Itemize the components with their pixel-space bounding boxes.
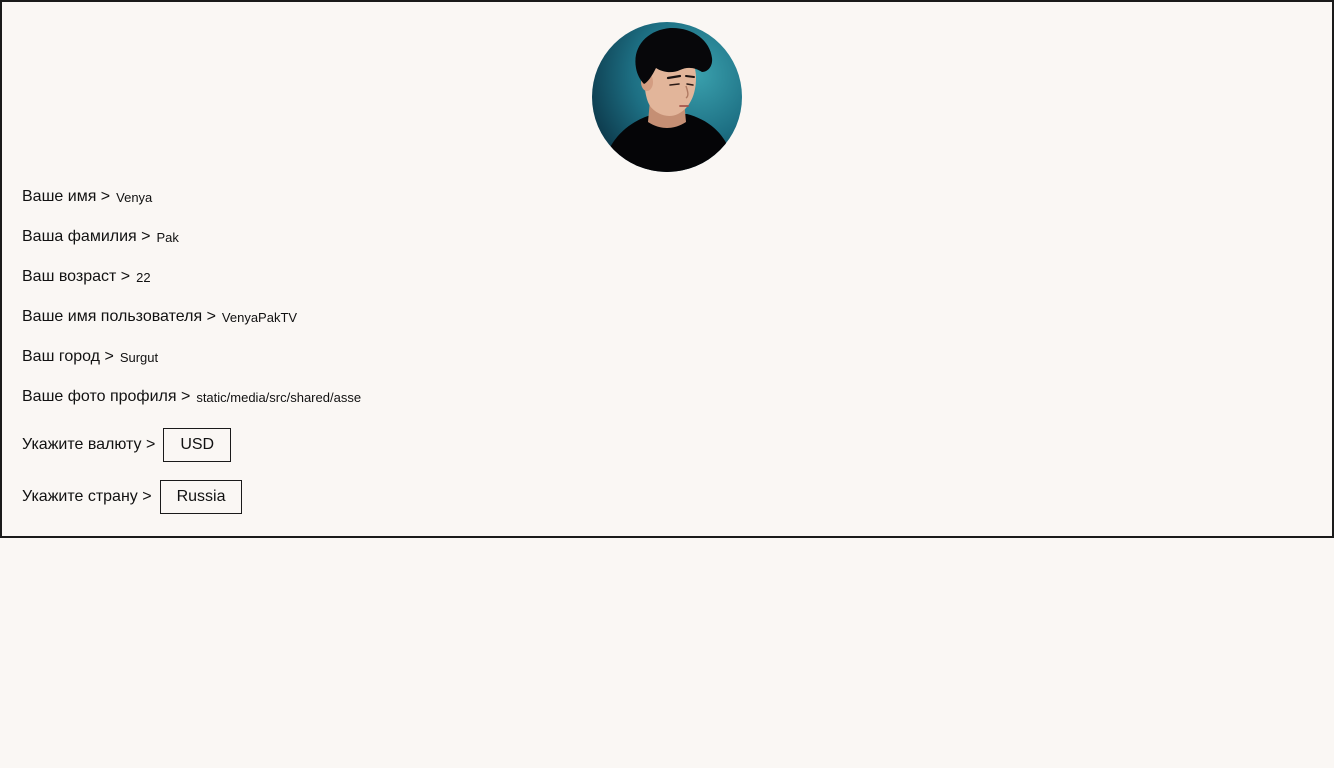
field-age: Ваш возраст > 22: [22, 268, 151, 286]
field-value: static/media/src/shared/asse: [196, 389, 362, 405]
field-value: Venya: [116, 189, 153, 205]
field-label: Ваш возраст >: [22, 268, 131, 285]
field-last-name: Ваша фамилия > Pak: [22, 228, 179, 246]
field-label: Ваше имя пользователя >: [22, 308, 216, 325]
country-label: Укажите страну >: [22, 488, 152, 505]
country-row: Укажите страну > Russia: [22, 480, 243, 514]
field-label: Ваша фамилия >: [22, 228, 151, 245]
field-value: Pak: [156, 229, 179, 245]
country-select-button[interactable]: Russia: [159, 480, 243, 514]
field-city: Ваш город > Surgut: [22, 348, 158, 366]
field-label: Ваш город >: [22, 348, 114, 365]
profile-photo-icon: [602, 27, 734, 172]
currency-label: Укажите валюту >: [22, 436, 156, 453]
profile-card: Ваше имя > Venya Ваша фамилия > Pak Ваш …: [0, 0, 1334, 538]
field-username: Ваше имя пользователя > VenyaPakTV: [22, 308, 297, 326]
field-value: Surgut: [119, 349, 159, 365]
field-value: VenyaPakTV: [221, 309, 298, 325]
currency-select-button[interactable]: USD: [163, 428, 232, 462]
field-label: Ваше имя >: [22, 188, 111, 205]
field-label: Ваше фото профиля >: [22, 388, 191, 405]
field-first-name: Ваше имя > Venya: [22, 188, 152, 206]
field-value: 22: [136, 269, 151, 285]
field-profile-photo: Ваше фото профиля > static/media/src/sha…: [22, 388, 361, 406]
avatar: [592, 22, 742, 172]
currency-row: Укажите валюту > USD: [22, 428, 232, 462]
